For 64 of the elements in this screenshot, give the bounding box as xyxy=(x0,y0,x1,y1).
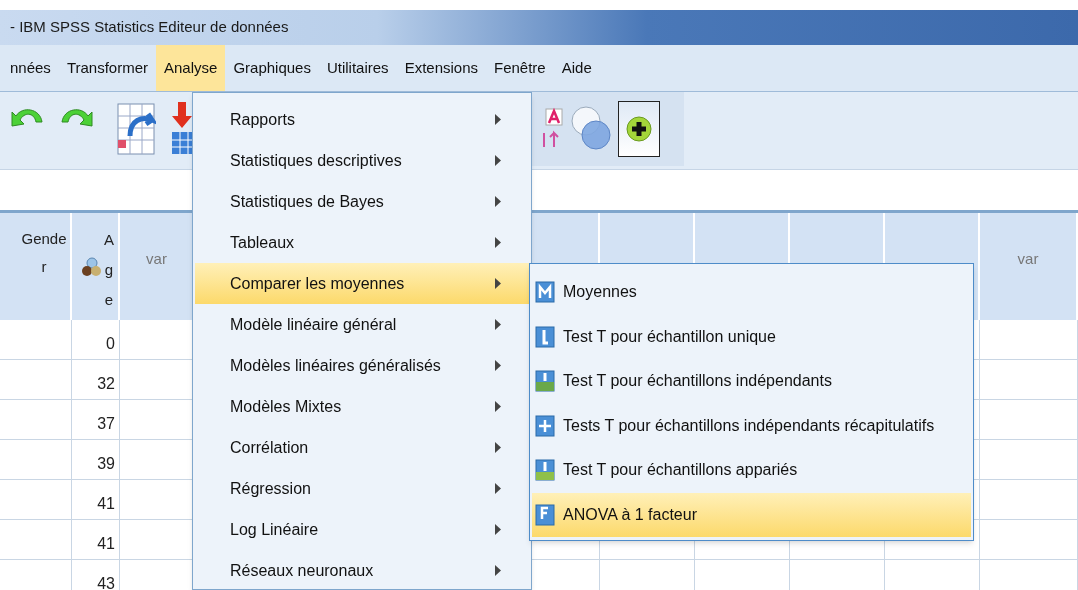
column-label: Gender xyxy=(20,229,68,277)
menu-item[interactable]: Log Linéaire xyxy=(195,509,529,550)
window-title: - IBM SPSS Statistics Editeur de données xyxy=(10,17,289,38)
menu-item[interactable]: Analyse xyxy=(156,45,226,91)
plus-icon xyxy=(535,414,555,437)
menu-item[interactable]: Statistiques descriptives xyxy=(195,140,529,181)
menu-item[interactable]: ANOVA à 1 facteur xyxy=(532,492,971,537)
independent-test-icon xyxy=(535,370,555,393)
column-header[interactable]: Gender xyxy=(0,213,72,320)
add-button[interactable] xyxy=(618,101,660,157)
submenu-arrow-icon xyxy=(495,483,501,494)
submenu-arrow-icon xyxy=(495,278,501,289)
one-sample-test-icon xyxy=(535,325,555,348)
submenu-arrow-icon xyxy=(495,401,501,412)
scale-icon xyxy=(82,257,102,277)
menu-item[interactable]: Modèle linéaire général xyxy=(195,304,529,345)
menu-item[interactable]: Extensions xyxy=(396,45,486,91)
menu-item[interactable]: Réseaux neuronaux xyxy=(195,550,529,590)
menu-item[interactable]: Statistiques de Bayes xyxy=(195,181,529,222)
menu-item[interactable]: Tableaux xyxy=(195,222,529,263)
column-header[interactable]: var xyxy=(980,213,1078,320)
menu-item[interactable]: Régression xyxy=(195,468,529,509)
menu-item[interactable]: Utilitaires xyxy=(318,45,397,91)
table-cell: 43 xyxy=(72,560,120,590)
anova-icon xyxy=(535,503,555,526)
column-label: var xyxy=(1017,249,1039,269)
means-icon xyxy=(535,281,555,304)
plus-icon xyxy=(626,116,652,142)
menu-item[interactable]: Transformer xyxy=(58,45,156,91)
submenu-arrow-icon xyxy=(495,196,501,207)
menu-item[interactable]: nnées xyxy=(0,45,59,91)
menu-item[interactable]: Test T pour échantillons indépendants xyxy=(532,359,971,404)
paired-test-icon xyxy=(535,459,555,482)
table-cell: 0 xyxy=(72,320,120,359)
menu-item[interactable]: Test T pour échantillon unique xyxy=(532,314,971,359)
menu-item[interactable]: Modèles linéaires généralisés xyxy=(195,345,529,386)
column-label: var xyxy=(146,249,167,269)
table-cell: 32 xyxy=(72,360,120,399)
submenu-arrow-icon xyxy=(495,237,501,248)
menu-item[interactable]: Moyennes xyxy=(532,270,971,315)
column-header[interactable]: var xyxy=(120,213,195,320)
column-header[interactable]: Age xyxy=(72,213,120,320)
menu-item[interactable]: Aide xyxy=(553,45,600,91)
submenu-arrow-icon xyxy=(495,114,501,125)
menu-item[interactable]: Graphiques xyxy=(225,45,319,91)
column-label: Age xyxy=(104,230,114,310)
menu-item[interactable]: Fenêtre xyxy=(486,45,554,91)
menu-item[interactable]: Test T pour échantillons appariés xyxy=(532,448,971,493)
grid-arrow-icon[interactable] xyxy=(116,100,156,156)
table-cell: 39 xyxy=(72,440,120,479)
menu-item[interactable]: Comparer les moyennes xyxy=(195,263,529,304)
submenu-arrow-icon xyxy=(495,319,501,330)
table-cell: 37 xyxy=(72,400,120,439)
submenu-arrow-icon xyxy=(495,442,501,453)
menu-item[interactable]: Modèles Mixtes xyxy=(195,386,529,427)
menu-item[interactable]: Tests T pour échantillons indépendants récapitulatifs xyxy=(532,403,971,448)
menu-item[interactable]: Corrélation xyxy=(195,427,529,468)
menu-item[interactable]: Rapports xyxy=(195,99,529,140)
table-cell: 41 xyxy=(72,480,120,519)
table-cell: 41 xyxy=(72,520,120,559)
submenu-arrow-icon xyxy=(495,565,501,576)
submenu-arrow-icon xyxy=(495,524,501,535)
submenu-arrow-icon xyxy=(495,155,501,166)
submenu-arrow-icon xyxy=(495,360,501,371)
